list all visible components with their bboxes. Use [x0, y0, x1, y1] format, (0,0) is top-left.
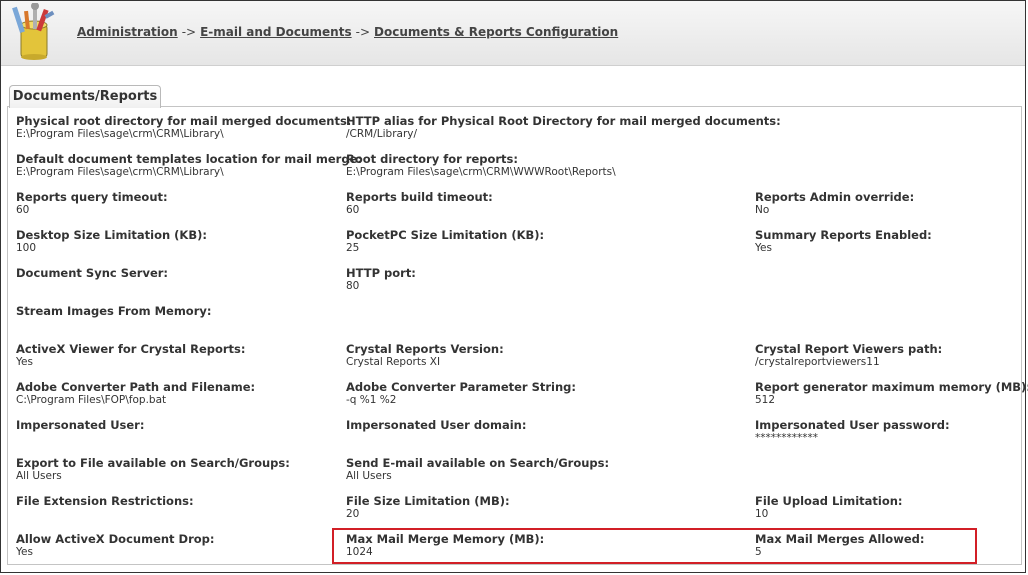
field-label: Send E-mail available on Search/Groups:: [346, 456, 610, 470]
field-label: Adobe Converter Parameter String:: [346, 380, 577, 394]
field-label: Default document templates location for …: [16, 152, 362, 166]
activex-viewer-field: ActiveX Viewer for Crystal Reports: Yes: [16, 343, 246, 369]
field-label: Crystal Reports Version:: [346, 342, 504, 356]
field-label: PocketPC Size Limitation (KB):: [346, 228, 545, 242]
field-label: ActiveX Viewer for Crystal Reports:: [16, 342, 246, 356]
admin-tools-icon: [12, 3, 55, 60]
field-value: C:\Program Files\FOP\fop.bat: [16, 394, 167, 406]
summary-reports-enabled-field: Summary Reports Enabled: Yes: [755, 229, 932, 255]
send-email-search-groups-field: Send E-mail available on Search/Groups: …: [346, 457, 609, 483]
field-label: Desktop Size Limitation (KB):: [16, 228, 207, 242]
impersonated-user-field: Impersonated User:: [16, 419, 144, 432]
http-port-field: HTTP port: 80: [346, 267, 416, 293]
field-value: E:\Program Files\sage\crm\CRM\Library\: [16, 128, 224, 140]
breadcrumb-documents-reports-config-link[interactable]: Documents & Reports Configuration: [374, 25, 618, 39]
breadcrumb: Administration -> E-mail and Documents -> Do…: [77, 25, 618, 39]
adobe-converter-path-field: Adobe Converter Path and Filename: C:\Pr…: [16, 381, 255, 407]
highlight-box: [332, 528, 977, 564]
field-label: Allow ActiveX Document Drop:: [16, 532, 215, 546]
field-value: 100: [16, 242, 37, 254]
crystal-viewers-path-field: Crystal Report Viewers path: /crystalrep…: [755, 343, 942, 369]
field-value: Yes: [16, 356, 33, 368]
field-label: Summary Reports Enabled:: [755, 228, 932, 242]
default-templates-location-field: Default document templates location for …: [16, 153, 362, 179]
impersonated-user-domain-field: Impersonated User domain:: [346, 419, 526, 432]
reports-query-timeout-field: Reports query timeout: 60: [16, 191, 168, 217]
field-label: Impersonated User password:: [755, 418, 950, 432]
field-value: E:\Program Files\sage\crm\CRM\Library\: [16, 166, 224, 178]
field-value: Yes: [16, 546, 33, 558]
header-bar: Administration -> E-mail and Documents -> Do…: [1, 1, 1025, 66]
field-label: HTTP alias for Physical Root Directory f…: [346, 114, 781, 128]
field-label: Impersonated User:: [16, 418, 145, 432]
field-label: File Extension Restrictions:: [16, 494, 194, 508]
allow-activex-drop-field: Allow ActiveX Document Drop: Yes: [16, 533, 215, 559]
field-label: Physical root directory for mail merged …: [16, 114, 352, 128]
reports-build-timeout-field: Reports build timeout: 60: [346, 191, 493, 217]
crystal-reports-version-field: Crystal Reports Version: Crystal Reports…: [346, 343, 504, 369]
stream-images-from-memory-field: Stream Images From Memory:: [16, 305, 211, 318]
export-to-file-field: Export to File available on Search/Group…: [16, 457, 290, 483]
field-label: File Upload Limitation:: [755, 494, 903, 508]
breadcrumb-separator: ->: [355, 25, 370, 39]
document-sync-server-field: Document Sync Server:: [16, 267, 168, 280]
file-upload-limitation-field: File Upload Limitation: 10: [755, 495, 903, 521]
desktop-size-limit-field: Desktop Size Limitation (KB): 100: [16, 229, 207, 255]
field-value: 20: [346, 508, 360, 520]
field-label: Document Sync Server:: [16, 266, 169, 280]
field-label: Adobe Converter Path and Filename:: [16, 380, 256, 394]
field-label: Impersonated User domain:: [346, 418, 527, 432]
field-value: All Users: [346, 470, 392, 482]
field-label: Reports Admin override:: [755, 190, 915, 204]
field-value: No: [755, 204, 770, 216]
field-value: 25: [346, 242, 360, 254]
field-value: 60: [16, 204, 30, 216]
field-label: Export to File available on Search/Group…: [16, 456, 290, 470]
reports-admin-override-field: Reports Admin override: No: [755, 191, 914, 217]
physical-root-dir-field: Physical root directory for mail merged …: [16, 115, 351, 141]
field-value: ************: [755, 432, 818, 444]
field-value: All Users: [16, 470, 62, 482]
field-label: Stream Images From Memory:: [16, 304, 212, 318]
field-label: Reports query timeout:: [16, 190, 168, 204]
field-value: -q %1 %2: [346, 394, 397, 406]
http-alias-field: HTTP alias for Physical Root Directory f…: [346, 115, 781, 141]
field-value: 60: [346, 204, 360, 216]
tab-documents-reports[interactable]: Documents/Reports: [9, 85, 161, 108]
file-size-limitation-field: File Size Limitation (MB): 20: [346, 495, 510, 521]
field-value: 512: [755, 394, 776, 406]
breadcrumb-administration-link[interactable]: Administration: [77, 25, 178, 39]
reports-root-dir-field: Root directory for reports: E:\Program F…: [346, 153, 616, 179]
breadcrumb-email-documents-link[interactable]: E-mail and Documents: [200, 25, 352, 39]
file-extension-restrictions-field: File Extension Restrictions:: [16, 495, 194, 508]
pocketpc-size-limit-field: PocketPC Size Limitation (KB): 25: [346, 229, 544, 255]
field-value: /CRM/Library/: [346, 128, 418, 140]
field-value: 80: [346, 280, 360, 292]
field-value: E:\Program Files\sage\crm\CRM\WWWRoot\Re…: [346, 166, 616, 178]
adobe-converter-params-field: Adobe Converter Parameter String: -q %1 …: [346, 381, 576, 407]
field-label: HTTP port:: [346, 266, 416, 280]
field-value: Crystal Reports XI: [346, 356, 441, 368]
breadcrumb-separator: ->: [181, 25, 197, 39]
field-label: Reports build timeout:: [346, 190, 493, 204]
field-value: /crystalreportviewers11: [755, 356, 880, 368]
field-value: Yes: [755, 242, 772, 254]
field-label: Report generator maximum memory (MB):: [755, 380, 1028, 394]
field-label: Root directory for reports:: [346, 152, 518, 166]
impersonated-user-password-field: Impersonated User password: ************: [755, 419, 950, 445]
field-label: Crystal Report Viewers path:: [755, 342, 943, 356]
field-label: File Size Limitation (MB):: [346, 494, 510, 508]
field-value: 10: [755, 508, 769, 520]
report-generator-memory-field: Report generator maximum memory (MB): 51…: [755, 381, 1028, 407]
